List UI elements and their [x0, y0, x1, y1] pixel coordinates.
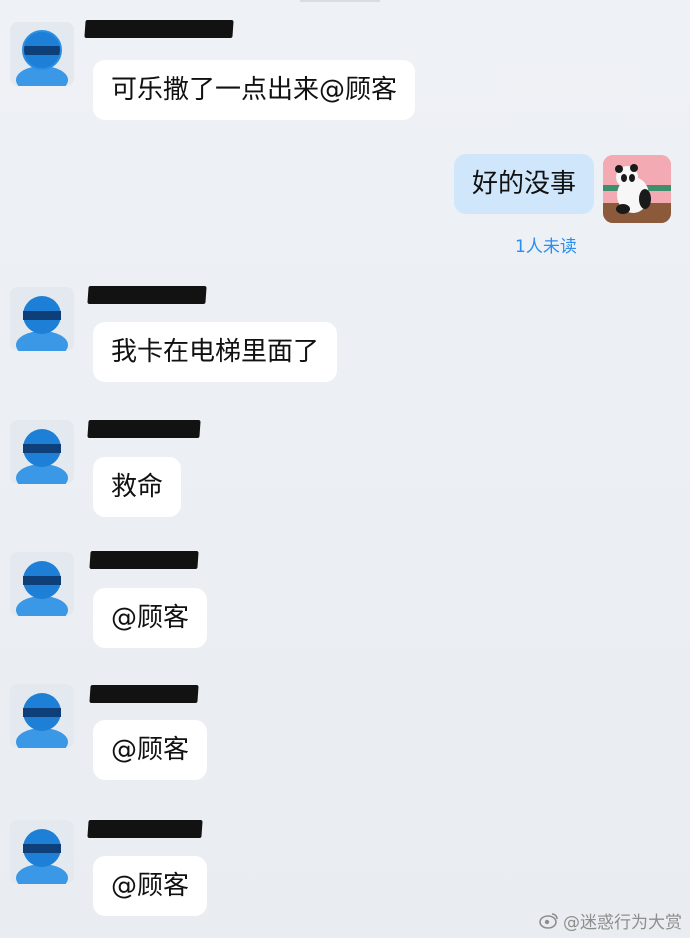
status-bar-line — [300, 0, 380, 2]
avatar[interactable] — [603, 155, 671, 223]
message-bubble[interactable]: @顾客 — [93, 856, 208, 916]
user-avatar-icon — [16, 296, 68, 351]
user-avatar-icon — [16, 829, 68, 884]
avatar[interactable] — [10, 22, 74, 86]
watermark-text: @迷惑行为大赏 — [563, 912, 682, 933]
redacted-sender-name — [89, 685, 199, 703]
redacted-sender-name — [87, 420, 201, 438]
watermark: @迷惑行为大赏 — [539, 908, 682, 935]
user-avatar-icon — [16, 30, 68, 86]
avatar[interactable] — [10, 820, 74, 884]
redacted-sender-name — [87, 820, 203, 838]
avatar[interactable] — [10, 420, 74, 484]
message-bubble[interactable]: 我卡在电梯里面了 — [93, 322, 338, 382]
message-text: @顾客 — [111, 735, 190, 765]
panda-avatar-icon — [603, 155, 671, 223]
read-status: 1人未读 — [515, 237, 577, 257]
message-bubble[interactable]: 可乐撒了一点出来@顾客 — [93, 60, 416, 120]
weibo-icon — [539, 911, 559, 934]
message-text: 救命 — [111, 472, 164, 502]
avatar[interactable] — [10, 287, 74, 351]
message-text: 可乐撒了一点出来@顾客 — [111, 75, 398, 105]
message-text: @顾客 — [111, 603, 190, 633]
message-bubble[interactable]: @顾客 — [93, 720, 208, 780]
message-bubble[interactable]: 好的没事 — [453, 154, 594, 214]
redacted-sender-name — [87, 286, 207, 304]
message-text: 我卡在电梯里面了 — [111, 337, 320, 367]
user-avatar-icon — [16, 693, 68, 748]
message-text: 好的没事 — [471, 169, 576, 199]
redacted-sender-name — [89, 551, 199, 569]
user-avatar-icon — [16, 561, 68, 616]
message-bubble[interactable]: @顾客 — [93, 588, 208, 648]
message-bubble[interactable]: 救命 — [93, 457, 182, 517]
user-avatar-icon — [16, 429, 68, 484]
redacted-sender-name — [84, 20, 234, 38]
avatar[interactable] — [10, 552, 74, 616]
message-text: @顾客 — [111, 871, 190, 901]
avatar[interactable] — [10, 684, 74, 748]
